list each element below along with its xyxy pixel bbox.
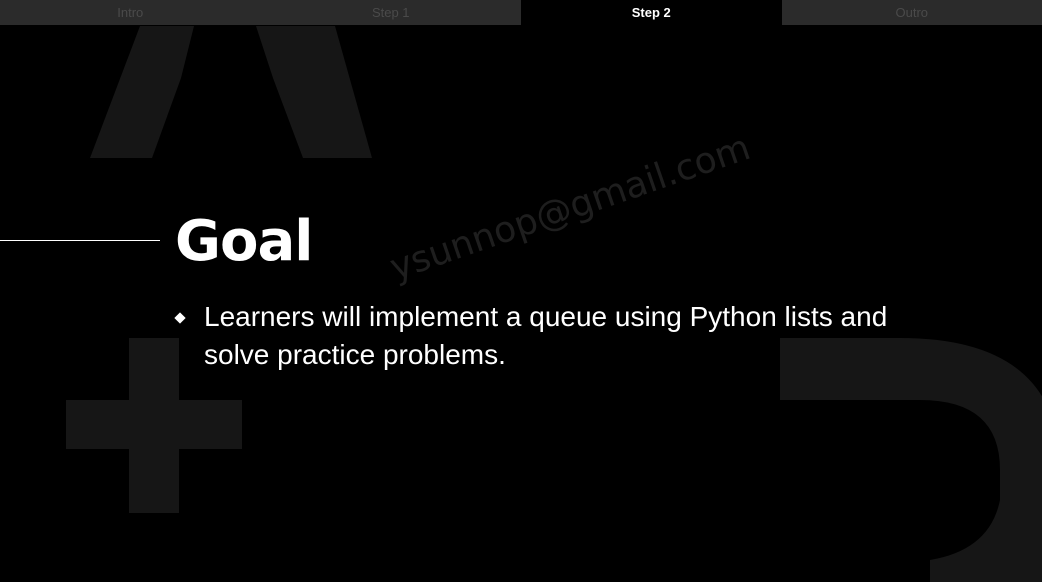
tab-intro[interactable]: Intro bbox=[0, 0, 261, 25]
watermark-text: ysunnop@gmail.com bbox=[385, 127, 756, 289]
list-item: Learners will implement a queue using Py… bbox=[174, 298, 955, 374]
diamond-bullet-icon bbox=[174, 312, 186, 324]
background-decorations bbox=[66, 26, 1042, 582]
slide-title: Goal bbox=[175, 209, 313, 274]
slide-canvas: Intro Step 1 Step 2 Outro ysunnop@gmail.… bbox=[0, 0, 1042, 582]
d-shape bbox=[780, 338, 1042, 582]
tab-step-1[interactable]: Step 1 bbox=[260, 0, 521, 25]
tab-step-2[interactable]: Step 2 bbox=[521, 0, 782, 25]
bullet-text: Learners will implement a queue using Py… bbox=[204, 301, 888, 370]
caret-shape bbox=[90, 26, 372, 158]
title-rule bbox=[0, 240, 160, 241]
bullet-list: Learners will implement a queue using Py… bbox=[174, 298, 955, 374]
step-tab-bar: Intro Step 1 Step 2 Outro bbox=[0, 0, 1042, 25]
tab-outro[interactable]: Outro bbox=[781, 0, 1042, 25]
